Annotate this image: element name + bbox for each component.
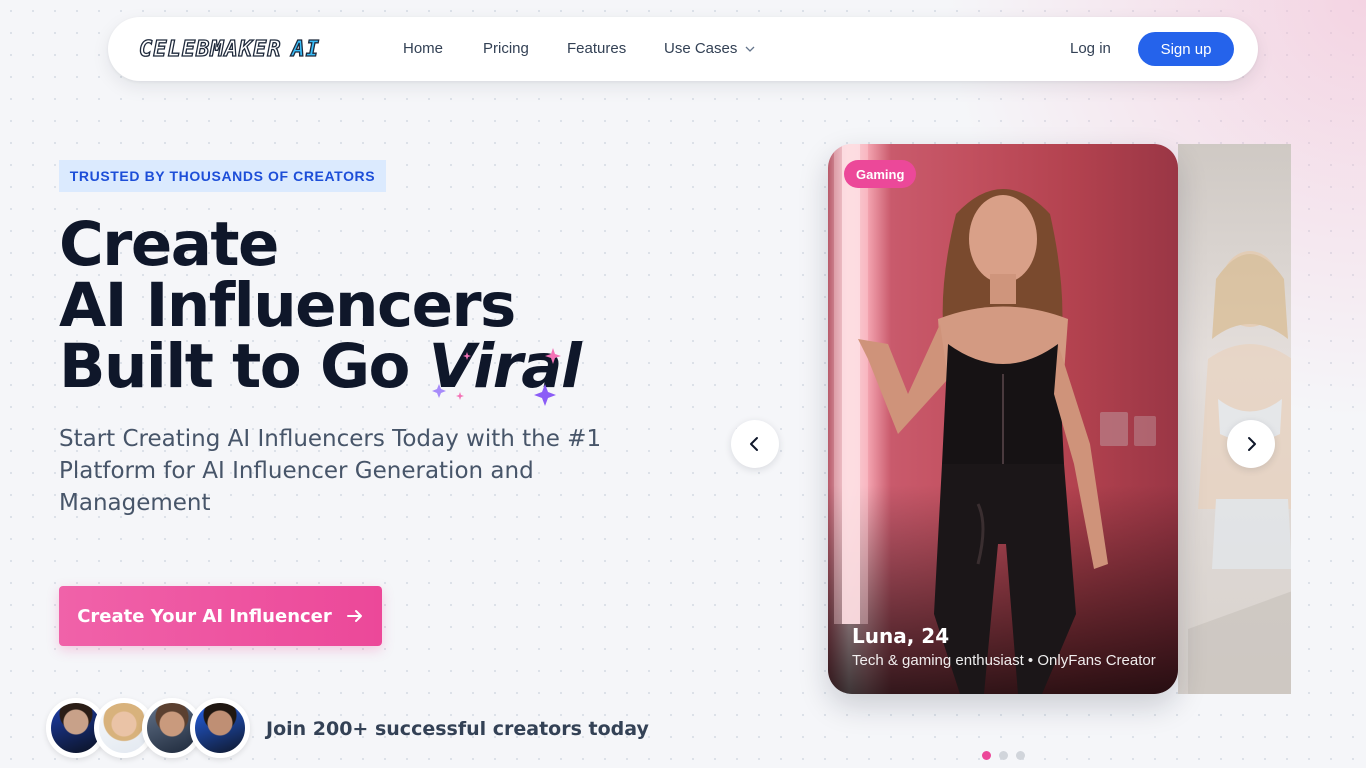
chevron-right-icon xyxy=(1248,437,1256,451)
avatar xyxy=(190,698,250,758)
signup-button[interactable]: Sign up xyxy=(1138,32,1234,66)
brand-logo[interactable]: CELEBMAKER AI xyxy=(138,36,320,62)
carousel-dot[interactable] xyxy=(999,751,1008,760)
carousel-next-button[interactable] xyxy=(1227,420,1275,468)
headline-viral-word: Viral xyxy=(429,336,582,406)
use-cases-label: Use Cases xyxy=(664,40,738,57)
headline-line-1: Create xyxy=(59,209,279,280)
hero-headline: Create AI Influencers Built to Go Viral xyxy=(59,209,582,406)
navbar: CELEBMAKER AI Home Pricing Features Use … xyxy=(108,17,1258,81)
hero-subtitle: Start Creating AI Influencers Today with… xyxy=(59,426,602,516)
influencer-description: Tech & gaming enthusiast • OnlyFans Crea… xyxy=(852,652,1156,669)
create-influencer-button[interactable]: Create Your AI Influencer xyxy=(59,586,382,646)
headline-line-2: AI Influencers xyxy=(59,270,516,341)
arrow-right-icon xyxy=(346,610,362,622)
login-link[interactable]: Log in xyxy=(1070,17,1111,81)
cta-label: Create Your AI Influencer xyxy=(77,605,332,627)
carousel-pagination xyxy=(982,751,1025,760)
influencer-photo xyxy=(1188,251,1291,694)
trust-badge: TRUSTED BY THOUSANDS OF CREATORS xyxy=(59,160,386,192)
nav-link-features[interactable]: Features xyxy=(567,17,626,81)
logo-wordmark: CELEBMAKER xyxy=(138,36,282,62)
nav-link-home[interactable]: Home xyxy=(403,17,443,81)
logo-accent: AI xyxy=(291,36,320,62)
carousel-dot[interactable] xyxy=(1016,751,1025,760)
nav-link-pricing[interactable]: Pricing xyxy=(483,17,529,81)
carousel-next-card[interactable] xyxy=(1178,144,1291,694)
influencer-photo xyxy=(834,144,1156,694)
sparkles-icon xyxy=(431,348,561,406)
carousel-prev-button[interactable] xyxy=(731,420,779,468)
influencer-name: Luna, 24 xyxy=(852,624,950,648)
carousel-active-card[interactable]: Gaming Luna, 24 Tech & gaming enthusiast… xyxy=(828,144,1178,694)
headline-line-3: Built to Go Viral xyxy=(59,336,582,406)
nav-link-use-cases[interactable]: Use Cases xyxy=(664,17,755,81)
chevron-down-icon xyxy=(745,46,755,52)
headline-line-3-prefix: Built to Go xyxy=(59,331,429,402)
carousel-dot[interactable] xyxy=(982,751,991,760)
chevron-left-icon xyxy=(750,437,758,451)
category-tag: Gaming xyxy=(844,160,917,188)
social-proof-text: Join 200+ successful creators today xyxy=(266,718,649,740)
